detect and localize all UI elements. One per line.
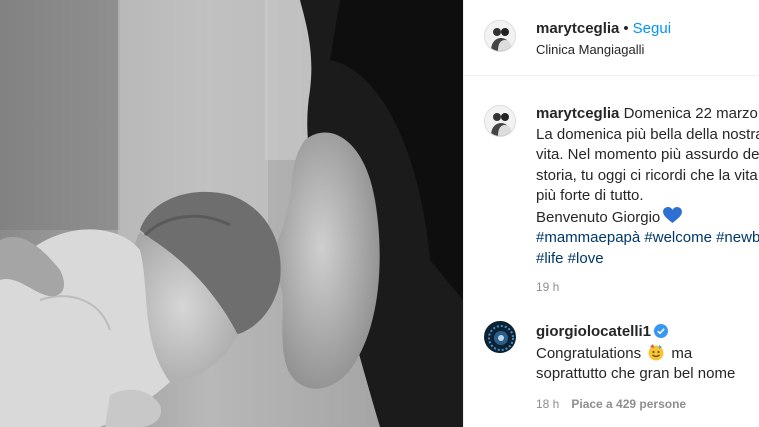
comment-text: Congratulations xyxy=(536,344,642,362)
caption-author-avatar[interactable] xyxy=(484,105,516,137)
comment-meta: 18 h Piace a 429 persone xyxy=(536,397,686,411)
caption-text-line: più forte di tutto. xyxy=(536,187,644,204)
comment-header-line: giorgiolocatelli1 xyxy=(536,322,759,343)
caption-first-line: marytceglia Domenica 22 marzo xyxy=(536,104,759,125)
comment: giorgiolocatelli1 Congratulations ma sop… xyxy=(536,322,759,385)
hashtag-line[interactable]: #mammaepapà #welcome #newb xyxy=(536,228,759,249)
comment-text: ma xyxy=(671,344,693,362)
avatar-couple-icon xyxy=(485,21,515,51)
avatar-couple-icon xyxy=(485,106,515,136)
separator-dot: • xyxy=(623,20,629,37)
verified-badge-icon xyxy=(654,324,669,338)
caption-text-line: vita. Nel momento più assurdo de xyxy=(536,146,759,163)
header-user-line: marytceglia • Segui xyxy=(536,20,671,37)
follow-button[interactable]: Segui xyxy=(633,20,671,37)
author-avatar[interactable] xyxy=(484,20,516,52)
photo-mother-newborn xyxy=(0,0,463,427)
caption-text-line: La domenica più bella della nostra xyxy=(536,125,759,143)
celebration-face-icon xyxy=(648,343,664,360)
post-side-panel: marytceglia • Segui Clinica Mangiagalli ma… xyxy=(463,0,759,427)
comment-timestamp[interactable]: 18 h xyxy=(536,397,559,411)
post-caption: marytceglia Domenica 22 marzo La domenic… xyxy=(536,104,759,269)
comment-text-line: soprattutto che gran bel nome xyxy=(536,365,736,382)
post-photo[interactable] xyxy=(0,0,463,427)
location-link[interactable]: Clinica Mangiagalli xyxy=(536,42,644,57)
caption-timestamp[interactable]: 19 h xyxy=(536,280,559,294)
caption-text-line: storia, tu oggi ci ricordi che la vita xyxy=(536,166,758,184)
caption-text-line: Benvenuto Giorgio xyxy=(536,208,661,226)
header-username[interactable]: marytceglia xyxy=(536,20,619,37)
caption-welcome-line: Benvenuto Giorgio xyxy=(536,206,759,229)
commenter-avatar[interactable] xyxy=(484,321,516,353)
comment-text-line: Congratulations ma xyxy=(536,343,759,365)
avatar-emblem-icon xyxy=(485,322,515,352)
caption-username[interactable]: marytceglia xyxy=(536,105,619,122)
instagram-post-view: marytceglia • Segui Clinica Mangiagalli ma… xyxy=(0,0,759,427)
post-header: marytceglia • Segui Clinica Mangiagalli xyxy=(464,0,759,76)
hashtag-line[interactable]: #life #love xyxy=(536,249,759,270)
comment-likes[interactable]: Piace a 429 persone xyxy=(571,397,686,411)
blue-heart-icon xyxy=(663,206,683,223)
caption-text-line: Domenica 22 marzo xyxy=(623,105,758,122)
commenter-username[interactable]: giorgiolocatelli1 xyxy=(536,323,651,340)
